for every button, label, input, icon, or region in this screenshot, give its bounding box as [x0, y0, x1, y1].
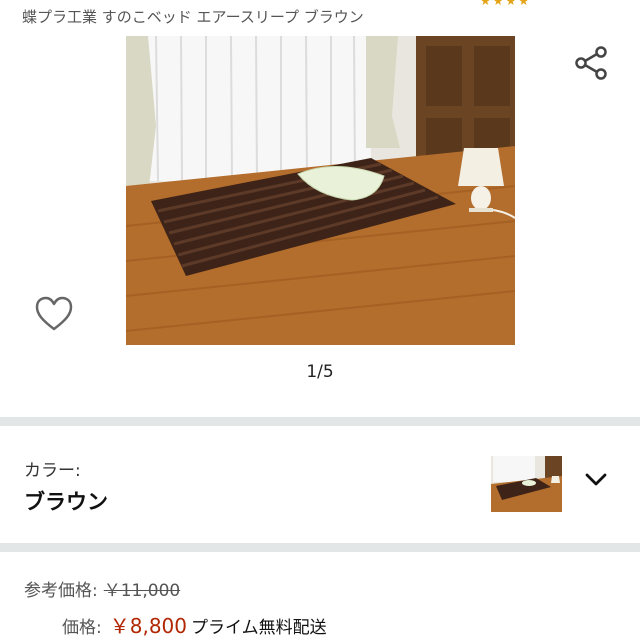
- price-label: 価格:: [62, 618, 102, 638]
- thumbnail-image: [491, 456, 562, 512]
- reference-price-row: 参考価格: ￥11,000: [24, 576, 180, 601]
- selected-color: ブラウン: [24, 490, 108, 514]
- rating-stars: ★★★★: [480, 0, 532, 8]
- share-icon[interactable]: [572, 44, 610, 82]
- chevron-down-icon[interactable]: [582, 470, 610, 490]
- price-value: ￥8,800: [109, 614, 187, 638]
- image-counter: 1/5: [306, 362, 334, 382]
- color-thumbnail[interactable]: [491, 456, 562, 512]
- product-photo: [126, 36, 515, 345]
- section-divider-2: [0, 543, 640, 552]
- section-divider: [0, 417, 640, 426]
- reference-price: ￥11,000: [103, 581, 181, 601]
- heart-icon[interactable]: [34, 295, 74, 333]
- color-label: カラー:: [24, 461, 81, 481]
- reference-price-label: 参考価格:: [24, 581, 98, 601]
- prime-shipping: プライム無料配送: [191, 618, 327, 638]
- product-title: 蝶プラ工業 すのこベッド エアースリープ ブラウン: [22, 8, 364, 26]
- product-image[interactable]: [126, 36, 515, 345]
- price-row: 価格: ￥8,800 プライム無料配送: [62, 610, 327, 639]
